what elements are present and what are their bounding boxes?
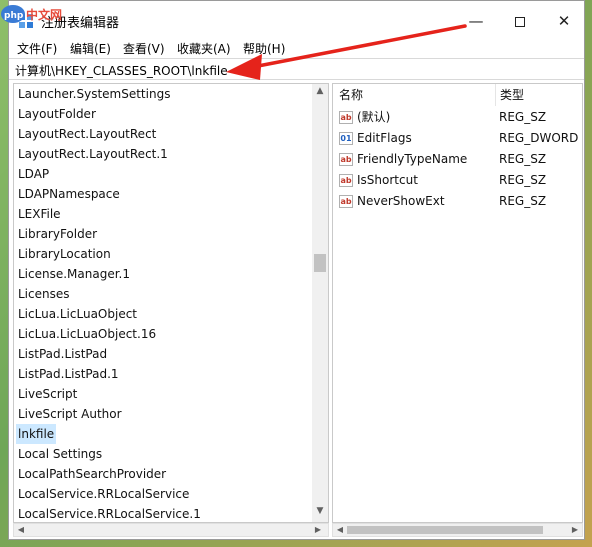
tree-item[interactable]: LayoutRect.LayoutRect <box>16 124 158 144</box>
value-type: REG_DWORD <box>499 131 579 145</box>
string-value-icon: ab <box>339 195 353 208</box>
tree-item[interactable]: ListPad.ListPad <box>16 344 109 364</box>
tree-item[interactable]: LayoutRect.LayoutRect.1 <box>16 144 170 164</box>
tree-item[interactable]: License.Manager.1 <box>16 264 132 284</box>
tree-item[interactable]: LibraryFolder <box>16 224 99 244</box>
tree-item[interactable]: LibraryLocation <box>16 244 113 264</box>
string-value-icon: ab <box>339 153 353 166</box>
scroll-thumb[interactable] <box>347 526 543 534</box>
scroll-right-icon[interactable]: ▶ <box>569 524 581 536</box>
tree-item[interactable]: LocalPathSearchProvider <box>16 464 168 484</box>
menu-help[interactable]: 帮助(H) <box>243 40 285 57</box>
scroll-left-icon[interactable]: ◀ <box>15 524 27 536</box>
scroll-thumb[interactable] <box>314 254 326 272</box>
tree-item[interactable]: LiveScript <box>16 384 79 404</box>
tree-item[interactable]: LDAPNamespace <box>16 184 122 204</box>
address-bar[interactable]: 计算机\HKEY_CLASSES_ROOT\lnkfile <box>9 58 584 80</box>
value-name: (默认) <box>357 110 391 124</box>
value-row[interactable]: ab NeverShowExt REG_SZ <box>333 191 582 212</box>
tree-item[interactable]: Launcher.SystemSettings <box>16 84 172 104</box>
tree-item[interactable]: LEXFile <box>16 204 63 224</box>
value-name: IsShortcut <box>357 173 418 187</box>
tree-item[interactable]: Local Settings <box>16 444 104 464</box>
string-value-icon: ab <box>339 111 353 124</box>
string-value-icon: ab <box>339 174 353 187</box>
column-header-type[interactable]: 类型 <box>495 84 524 106</box>
values-horizontal-scrollbar[interactable]: ◀ ▶ <box>332 523 583 537</box>
key-tree-panel: Launcher.SystemSettings LayoutFolder Lay… <box>13 83 329 523</box>
scroll-down-icon[interactable]: ▼ <box>315 506 325 518</box>
tree-item-selected[interactable]: lnkfile <box>16 424 57 444</box>
scroll-left-icon[interactable]: ◀ <box>334 524 346 536</box>
menu-bar: 文件(F) 编辑(E) 查看(V) 收藏夹(A) 帮助(H) <box>9 39 584 57</box>
value-row[interactable]: 01 EditFlags REG_DWORD <box>333 128 582 149</box>
title-bar[interactable]: 注册表编辑器 — ✕ <box>9 1 584 39</box>
scroll-right-icon[interactable]: ▶ <box>312 524 324 536</box>
tree-item[interactable]: ListPad.ListPad.1 <box>16 364 121 384</box>
value-type: REG_SZ <box>499 173 547 187</box>
close-button[interactable]: ✕ <box>549 9 579 33</box>
value-type: REG_SZ <box>499 152 547 166</box>
menu-edit[interactable]: 编辑(E) <box>70 40 111 57</box>
tree-vertical-scrollbar[interactable]: ▲ ▼ <box>312 84 328 522</box>
value-name: NeverShowExt <box>357 194 445 208</box>
maximize-icon <box>515 16 525 27</box>
values-list-panel: 名称 类型 ab (默认) REG_SZ 01 EditFlags REG_DW… <box>332 83 583 523</box>
value-row[interactable]: ab IsShortcut REG_SZ <box>333 170 582 191</box>
svg-text:中文网: 中文网 <box>26 7 62 22</box>
value-type: REG_SZ <box>499 110 547 124</box>
tree-horizontal-scrollbar[interactable]: ◀ ▶ <box>13 523 329 537</box>
value-row[interactable]: ab FriendlyTypeName REG_SZ <box>333 149 582 170</box>
tree-item[interactable]: Licenses <box>16 284 72 304</box>
column-header-name[interactable]: 名称 <box>339 84 363 106</box>
regedit-window: 注册表编辑器 — ✕ 文件(F) 编辑(E) 查看(V) 收藏夹(A) 帮助(H… <box>8 0 585 540</box>
value-type: REG_SZ <box>499 194 547 208</box>
menu-file[interactable]: 文件(F) <box>17 40 57 57</box>
tree-item[interactable]: LocalService.RRLocalService <box>16 484 191 504</box>
tree-item[interactable]: LicLua.LicLuaObject.16 <box>16 324 158 344</box>
menu-favorites[interactable]: 收藏夹(A) <box>177 40 231 57</box>
minimize-button[interactable]: — <box>461 9 491 33</box>
tree-item[interactable]: LayoutFolder <box>16 104 98 124</box>
value-name: EditFlags <box>357 131 412 145</box>
value-row[interactable]: ab (默认) REG_SZ <box>333 107 582 128</box>
tree-item[interactable]: LicLua.LicLuaObject <box>16 304 139 324</box>
address-path[interactable]: 计算机\HKEY_CLASSES_ROOT\lnkfile <box>15 62 228 79</box>
tree-item[interactable]: LiveScript Author <box>16 404 124 424</box>
tree-item[interactable]: LDAP <box>16 164 51 184</box>
tree-item[interactable]: LocalService.RRLocalService.1 <box>16 504 203 522</box>
php-watermark-logo: php 中文网 <box>1 5 62 23</box>
binary-value-icon: 01 <box>339 132 353 145</box>
scroll-up-icon[interactable]: ▲ <box>315 86 325 98</box>
svg-text:php: php <box>4 11 24 21</box>
maximize-button[interactable] <box>505 9 535 33</box>
menu-view[interactable]: 查看(V) <box>123 40 165 57</box>
value-name: FriendlyTypeName <box>357 152 468 166</box>
